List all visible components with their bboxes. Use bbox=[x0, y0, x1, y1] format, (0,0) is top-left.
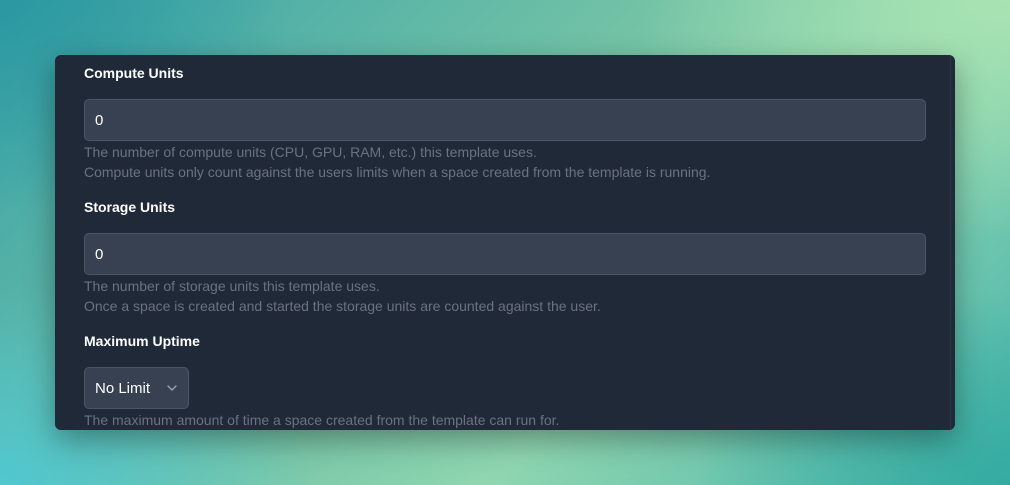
maximum-uptime-select[interactable]: No Limit bbox=[84, 367, 189, 409]
storage-units-field: Storage Units The number of storage unit… bbox=[84, 198, 926, 316]
storage-units-label: Storage Units bbox=[84, 199, 176, 215]
compute-units-label: Compute Units bbox=[84, 65, 184, 81]
chevron-down-icon bbox=[166, 382, 178, 394]
compute-units-input[interactable] bbox=[84, 99, 926, 141]
storage-units-help: The number of storage units this templat… bbox=[84, 276, 926, 316]
compute-units-field: Compute Units The number of compute unit… bbox=[84, 64, 926, 182]
template-settings-panel: Compute Units The number of compute unit… bbox=[55, 55, 955, 430]
storage-units-input[interactable] bbox=[84, 233, 926, 275]
maximum-uptime-field: Maximum Uptime No Limit The maximum amou… bbox=[84, 332, 926, 430]
maximum-uptime-help: The maximum amount of time a space creat… bbox=[84, 412, 560, 428]
storage-units-help-line-1: The number of storage units this templat… bbox=[84, 278, 380, 294]
compute-units-help-line-2: Compute units only count against the use… bbox=[84, 164, 711, 180]
storage-units-help-line-2: Once a space is created and started the … bbox=[84, 298, 601, 314]
compute-units-help-line-1: The number of compute units (CPU, GPU, R… bbox=[84, 144, 537, 160]
maximum-uptime-label: Maximum Uptime bbox=[84, 333, 200, 349]
maximum-uptime-selected-value: No Limit bbox=[95, 379, 151, 397]
compute-units-help: The number of compute units (CPU, GPU, R… bbox=[84, 142, 926, 182]
